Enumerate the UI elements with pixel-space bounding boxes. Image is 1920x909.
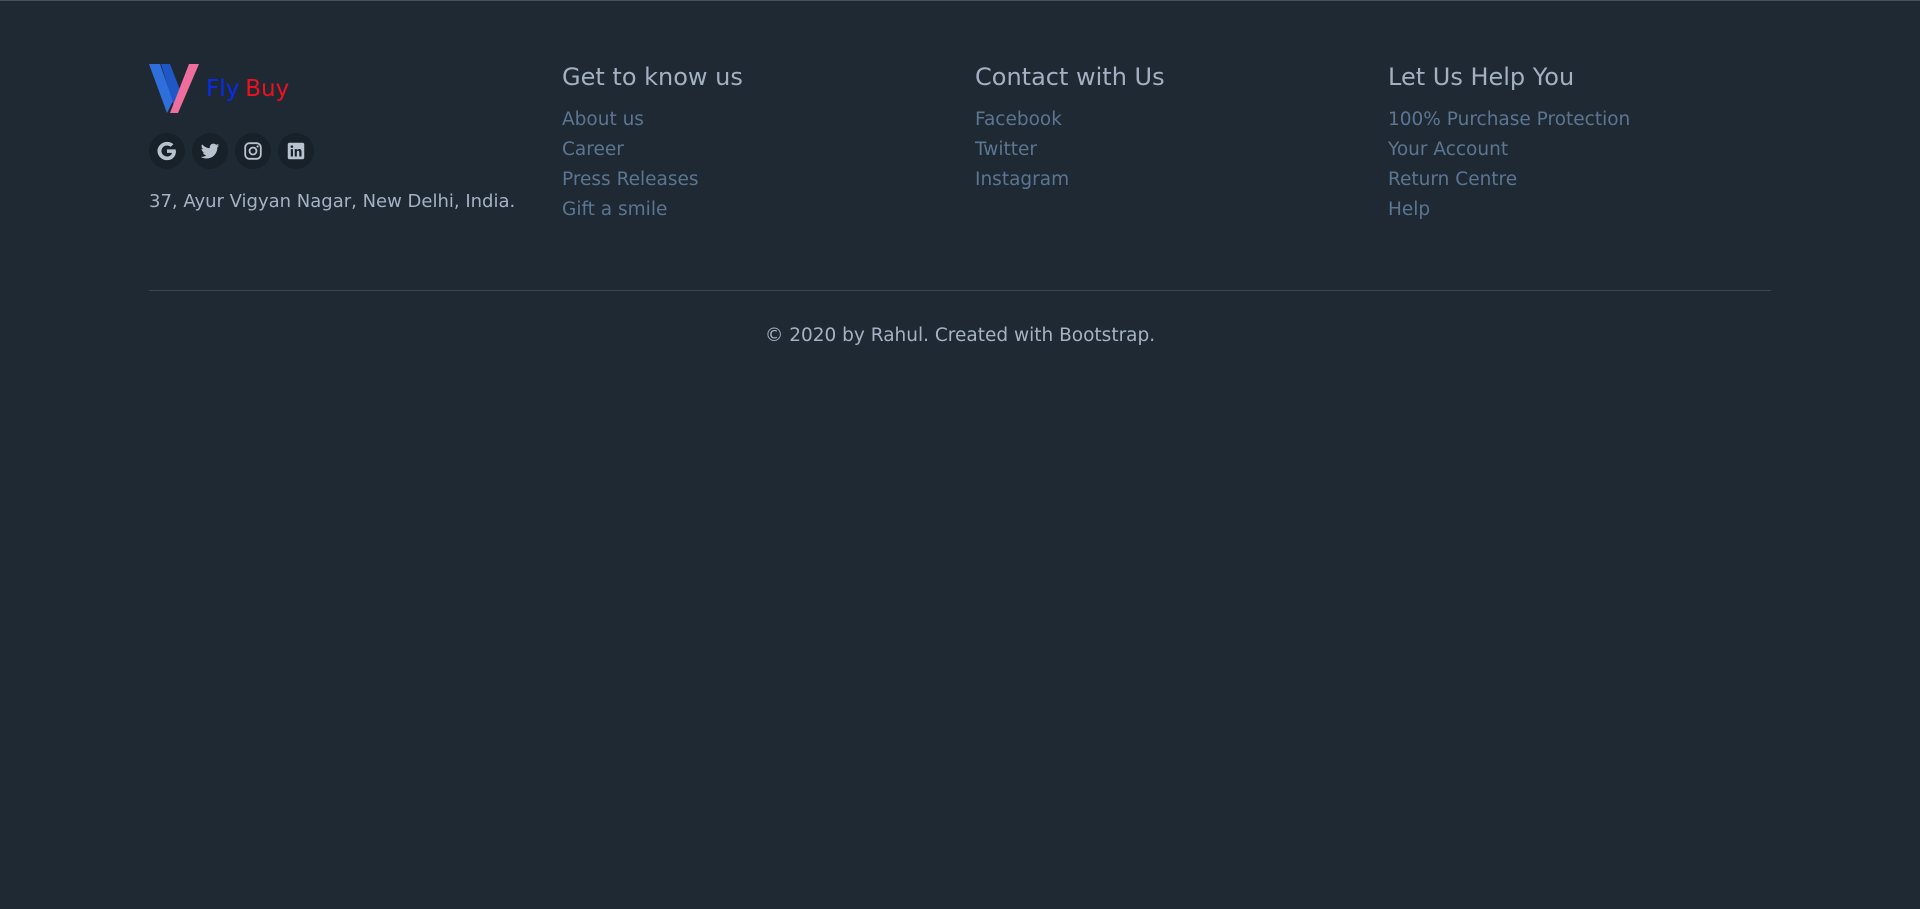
twitter-icon bbox=[200, 143, 220, 159]
list-item: Gift a smile bbox=[562, 198, 942, 228]
list-item: About us bbox=[562, 108, 942, 138]
list-item: Career bbox=[562, 138, 942, 168]
list-item: Return Centre bbox=[1388, 168, 1768, 198]
footer-column-get-to-know-us: Get to know us About us Career Press Rel… bbox=[562, 58, 942, 228]
divider bbox=[149, 290, 1771, 291]
column-heading: Contact with Us bbox=[975, 63, 1165, 91]
brand-name-buy: Buy bbox=[245, 75, 290, 102]
link-list: About us Career Press Releases Gift a sm… bbox=[562, 108, 942, 228]
brand[interactable]: Fly Buy bbox=[149, 60, 549, 115]
google-icon bbox=[157, 141, 176, 161]
social-links bbox=[149, 133, 549, 169]
list-item: Twitter bbox=[975, 138, 1355, 168]
linkedin-icon bbox=[287, 142, 305, 160]
brand-name-fly: Fly bbox=[206, 75, 240, 102]
copyright: © 2020 by Rahul. Created with Bootstrap. bbox=[764, 325, 1156, 346]
twitter-text-link[interactable]: Twitter bbox=[975, 139, 1037, 160]
about-us-link[interactable]: About us bbox=[562, 109, 644, 130]
address: 37, Ayur Vigyan Nagar, New Delhi, India. bbox=[149, 191, 516, 212]
v-logo-icon bbox=[149, 63, 199, 113]
list-item: Facebook bbox=[975, 108, 1355, 138]
facebook-link[interactable]: Facebook bbox=[975, 109, 1062, 130]
footer-brand-column: Fly Buy 37, Ayur Vigyan Nagar, New Delhi… bbox=[149, 58, 549, 212]
list-item: Instagram bbox=[975, 168, 1355, 198]
return-centre-link[interactable]: Return Centre bbox=[1388, 169, 1517, 190]
instagram-link[interactable] bbox=[235, 133, 271, 169]
instagram-text-link[interactable]: Instagram bbox=[975, 169, 1069, 190]
linkedin-link[interactable] bbox=[278, 133, 314, 169]
footer-column-help: Let Us Help You 100% Purchase Protection… bbox=[1388, 58, 1768, 228]
google-link[interactable] bbox=[149, 133, 185, 169]
site-footer: Fly Buy 37, Ayur Vigyan Nagar, New Delhi… bbox=[0, 0, 1920, 909]
column-heading: Get to know us bbox=[562, 63, 743, 91]
link-list: 100% Purchase Protection Your Account Re… bbox=[1388, 108, 1768, 228]
link-list: Facebook Twitter Instagram bbox=[975, 108, 1355, 198]
brand-name: Fly Buy bbox=[206, 76, 289, 102]
footer-column-contact: Contact with Us Facebook Twitter Instagr… bbox=[975, 58, 1355, 198]
list-item: Your Account bbox=[1388, 138, 1768, 168]
career-link[interactable]: Career bbox=[562, 139, 624, 160]
instagram-icon bbox=[244, 142, 262, 160]
purchase-protection-link[interactable]: 100% Purchase Protection bbox=[1388, 109, 1630, 130]
list-item: Press Releases bbox=[562, 168, 942, 198]
column-heading: Let Us Help You bbox=[1388, 63, 1575, 91]
gift-a-smile-link[interactable]: Gift a smile bbox=[562, 199, 667, 220]
your-account-link[interactable]: Your Account bbox=[1388, 139, 1508, 160]
help-link[interactable]: Help bbox=[1388, 199, 1430, 220]
press-releases-link[interactable]: Press Releases bbox=[562, 169, 699, 190]
twitter-link[interactable] bbox=[192, 133, 228, 169]
list-item: Help bbox=[1388, 198, 1768, 228]
list-item: 100% Purchase Protection bbox=[1388, 108, 1768, 138]
